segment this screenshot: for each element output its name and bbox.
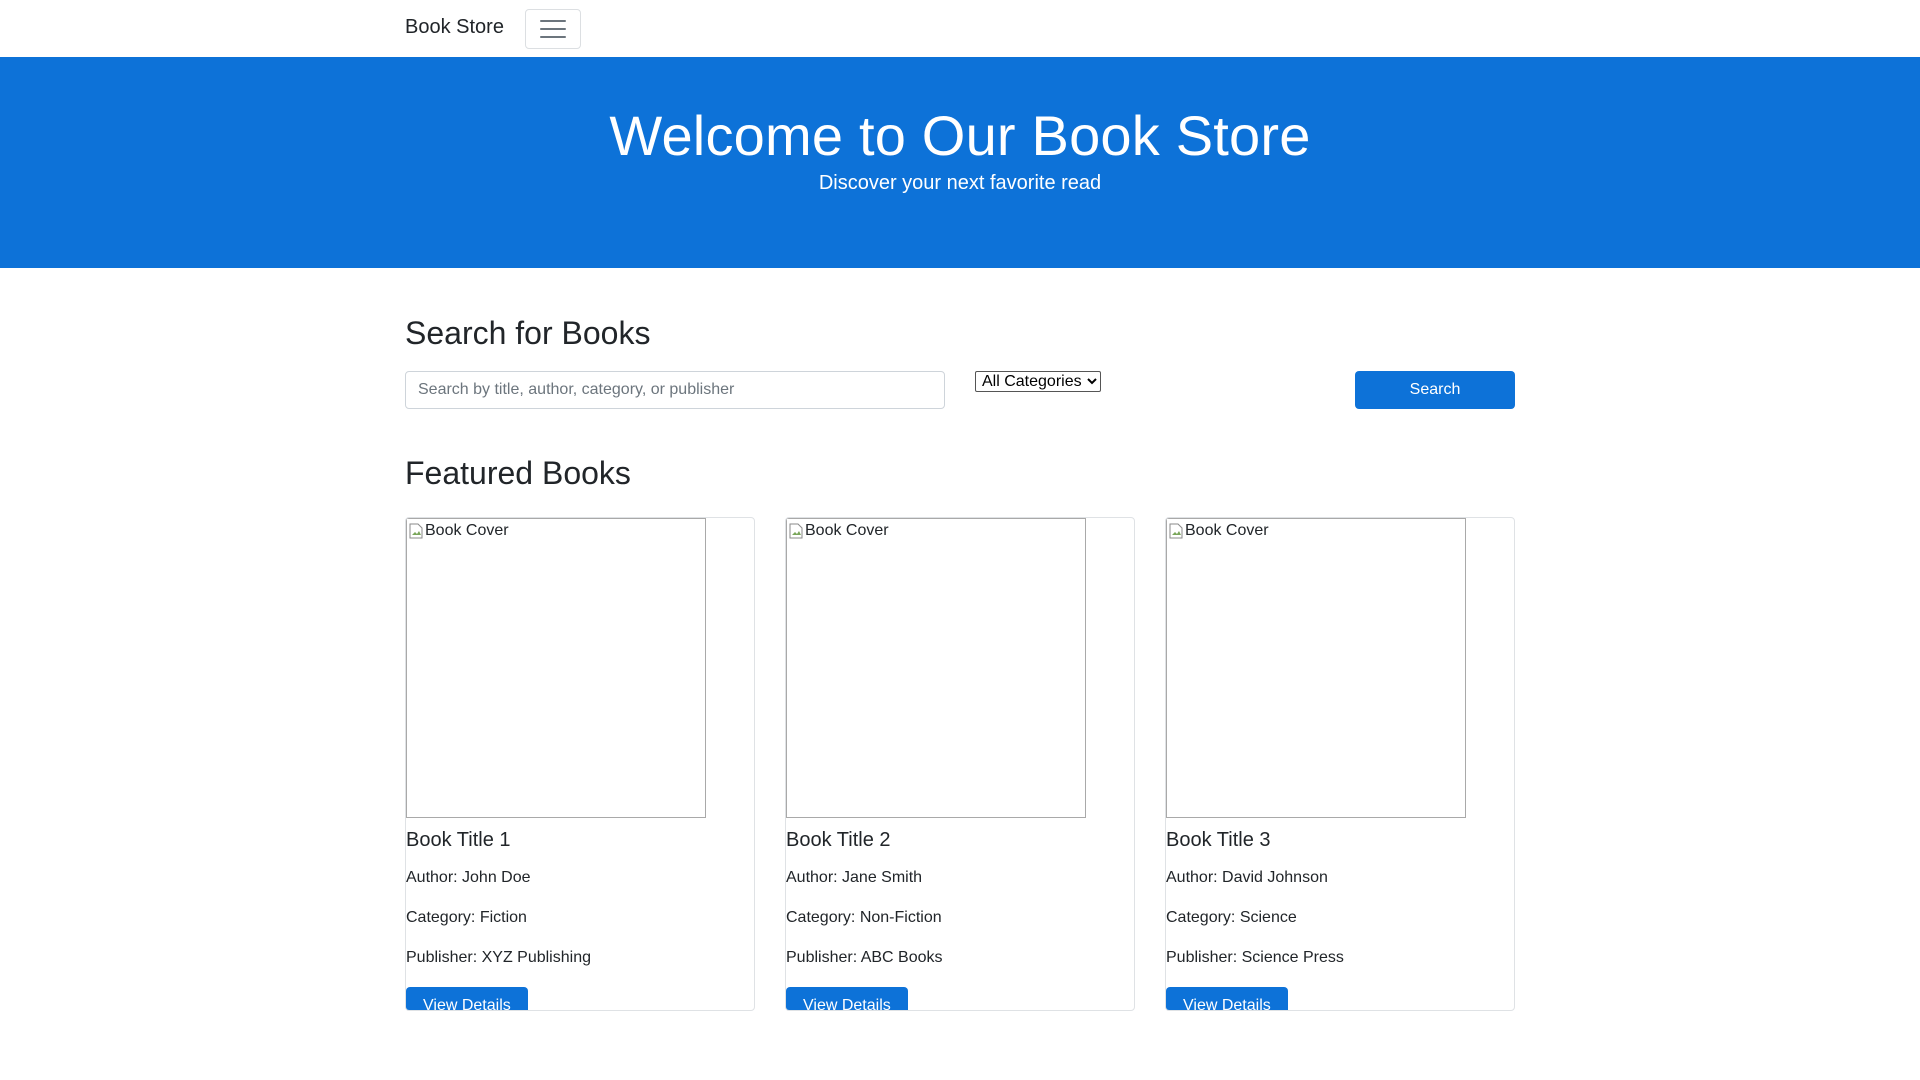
broken-image-placeholder: Book Cover: [1169, 522, 1269, 540]
broken-image-icon: [789, 523, 803, 539]
book-cover-image: Book Cover: [1166, 517, 1466, 818]
book-card: Book Cover Book Title 1 Author: John Doe…: [405, 516, 755, 1011]
category-select[interactable]: All Categories: [975, 371, 1101, 393]
view-details-button[interactable]: View Details: [786, 986, 908, 1010]
navbar: Book Store: [0, 0, 1920, 57]
book-category: Category: Fiction: [406, 908, 527, 926]
book-author: Author: John Doe: [406, 868, 531, 886]
hero-subtitle: Discover your next favorite read: [818, 172, 1102, 195]
book-cover-image: Book Cover: [406, 517, 706, 818]
broken-image-icon: [409, 523, 423, 539]
book-publisher: Publisher: XYZ Publishing: [406, 948, 591, 966]
book-title: Book Title 1: [406, 828, 511, 851]
book-category: Category: Non-Fiction: [786, 908, 942, 926]
hamburger-menu-icon: [539, 20, 566, 38]
search-heading: Search for Books: [405, 315, 651, 351]
featured-heading: Featured Books: [405, 455, 631, 492]
view-details-button[interactable]: View Details: [406, 986, 528, 1010]
search-button[interactable]: Search: [1355, 371, 1515, 410]
book-cover-alt-text: Book Cover: [805, 521, 889, 539]
book-author: Author: David Johnson: [1166, 868, 1328, 886]
broken-image-placeholder: Book Cover: [409, 522, 509, 540]
book-author: Author: Jane Smith: [786, 868, 923, 886]
navbar-toggler-button[interactable]: [524, 9, 581, 49]
broken-image-placeholder: Book Cover: [789, 522, 889, 540]
search-input[interactable]: [405, 371, 945, 410]
book-publisher: Publisher: Science Press: [1166, 948, 1344, 966]
book-title: Book Title 3: [1166, 828, 1271, 851]
book-card-body: Book Title 3 Author: David Johnson Categ…: [1166, 828, 1514, 1010]
book-publisher: Publisher: ABC Books: [786, 948, 943, 966]
hero-banner: Welcome to Our Book Store Discover your …: [0, 57, 1920, 268]
book-cover-image: Book Cover: [786, 517, 1086, 818]
main-content: Search for Books All Categories Search F…: [405, 268, 1515, 1011]
book-card-body: Book Title 1 Author: John Doe Category: …: [406, 828, 754, 1010]
book-card: Book Cover Book Title 2 Author: Jane Smi…: [785, 516, 1135, 1011]
search-section: Search for Books All Categories Search: [405, 268, 1515, 410]
broken-image-icon: [1169, 523, 1183, 539]
book-card: Book Cover Book Title 3 Author: David Jo…: [1165, 516, 1515, 1011]
book-card-list: Book Cover Book Title 1 Author: John Doe…: [405, 516, 1515, 1011]
book-cover-alt-text: Book Cover: [425, 521, 509, 539]
book-cover-alt-text: Book Cover: [1185, 521, 1269, 539]
hero-title: Welcome to Our Book Store: [609, 104, 1311, 167]
book-title: Book Title 2: [786, 828, 891, 851]
book-card-body: Book Title 2 Author: Jane Smith Category…: [786, 828, 1134, 1010]
featured-books-section: Featured Books Book Cover Book Title 1 A…: [405, 454, 1515, 1011]
book-category: Category: Science: [1166, 908, 1297, 926]
navbar-brand[interactable]: Book Store: [405, 16, 504, 39]
navbar-container: Book Store: [405, 0, 1515, 57]
view-details-button[interactable]: View Details: [1166, 986, 1288, 1010]
search-form: All Categories Search: [405, 371, 1515, 410]
category-select-wrapper: All Categories: [975, 371, 1101, 393]
